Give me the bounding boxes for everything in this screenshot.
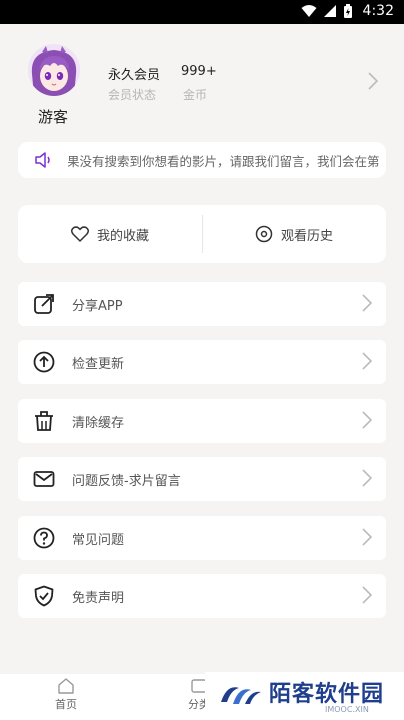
notice-bar[interactable]: 果没有搜索到你想看的影片，请跟我们留言，我们会在第 <box>18 142 386 178</box>
tab-home-label: 首页 <box>55 698 77 711</box>
chevron-right-icon <box>362 352 372 370</box>
anime-avatar-icon <box>28 44 80 96</box>
watermark-logo-icon <box>221 687 261 704</box>
menu-item-feedback[interactable]: 问题反馈-求片留言 <box>18 457 386 501</box>
menu-item-clear-cache[interactable]: 清除缓存 <box>18 399 386 443</box>
notice-text: 果没有搜索到你想看的影片，请跟我们留言，我们会在第 <box>68 151 386 171</box>
menu-item-label: 问题反馈-求片留言 <box>72 474 181 489</box>
wifi-icon <box>301 5 317 17</box>
home-icon <box>58 678 74 694</box>
menu-item-check-update[interactable]: 检查更新 <box>18 340 386 384</box>
chevron-right-icon <box>362 411 372 429</box>
chevron-right-icon <box>362 294 372 312</box>
menu-item-label: 免责声明 <box>72 591 125 606</box>
history-button[interactable]: 观看历史 <box>202 205 386 263</box>
menu-item-label: 分享APP <box>72 299 123 314</box>
coins-value: 999+ <box>181 64 217 79</box>
membership-label: 会员状态 <box>108 88 157 102</box>
shield-check-icon <box>34 585 54 607</box>
watermark: 陌客软件园 IMOOC.XIN <box>205 672 404 720</box>
quick-actions: 我的收藏 观看历史 <box>18 205 386 263</box>
upload-icon <box>33 351 55 373</box>
trash-icon <box>35 411 53 431</box>
menu-item-label: 清除缓存 <box>72 416 125 431</box>
membership-value: 永久会员 <box>108 68 161 83</box>
notice-message: 果没有搜索到你想看的影片，请跟我们留言，我们会在第 <box>68 154 380 169</box>
eye-icon <box>255 225 273 243</box>
chevron-right-icon <box>362 469 372 487</box>
favorites-button[interactable]: 我的收藏 <box>18 205 202 263</box>
watermark-sub: IMOOC.XIN <box>325 705 369 714</box>
chevron-right-icon[interactable] <box>368 72 378 90</box>
chevron-right-icon <box>362 528 372 546</box>
profile-header[interactable]: 游客 永久会员 会员状态 999+ 金币 <box>0 24 404 134</box>
menu-item-share[interactable]: 分享APP <box>18 282 386 326</box>
menu-item-faq[interactable]: 常见问题 <box>18 516 386 560</box>
profile-page: 游客 永久会员 会员状态 999+ 金币 果没有搜索到你想看的影片，请跟我们留言… <box>0 24 404 674</box>
signal-icon <box>323 5 336 17</box>
speaker-icon <box>35 152 50 168</box>
battery-icon <box>343 3 352 18</box>
chevron-right-icon <box>362 586 372 604</box>
favorites-label: 我的收藏 <box>96 228 149 244</box>
coins-label: 金币 <box>183 88 208 102</box>
share-icon <box>34 294 54 314</box>
history-label: 观看历史 <box>280 228 333 244</box>
heart-icon <box>70 226 89 242</box>
menu-item-label: 检查更新 <box>72 357 125 372</box>
menu-item-disclaimer[interactable]: 免责声明 <box>18 574 386 618</box>
menu-item-label: 常见问题 <box>72 533 125 548</box>
question-icon <box>33 527 55 549</box>
status-time: 4:32 <box>362 3 394 19</box>
status-bar: 4:32 <box>0 0 404 24</box>
watermark-brand: 陌客软件园 <box>269 681 385 707</box>
tab-home[interactable]: 首页 <box>55 678 77 712</box>
mail-icon <box>33 471 55 487</box>
avatar[interactable] <box>28 44 80 96</box>
user-name: 游客 <box>38 108 69 126</box>
